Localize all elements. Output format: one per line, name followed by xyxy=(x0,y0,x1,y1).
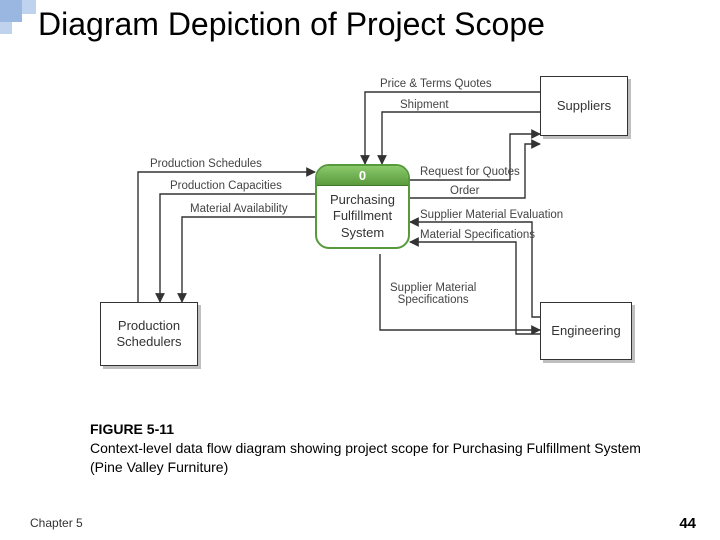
flow-material-specifications: Material Specifications xyxy=(420,229,535,241)
flow-request-for-quotes: Request for Quotes xyxy=(420,166,520,178)
flow-material-availability: Material Availability xyxy=(190,203,288,215)
page-number: 44 xyxy=(679,515,696,532)
entity-suppliers: Suppliers xyxy=(540,76,628,136)
figure-number: FIGURE 5-11 xyxy=(90,421,174,437)
flow-production-capacities: Production Capacities xyxy=(170,180,282,192)
flow-production-schedules: Production Schedules xyxy=(150,158,262,170)
slide-title: Diagram Depiction of Project Scope xyxy=(38,6,545,43)
process-purchasing-fulfillment: 0 Purchasing Fulfillment System xyxy=(315,164,410,249)
entity-label: Suppliers xyxy=(557,98,611,114)
process-number: 0 xyxy=(317,166,408,186)
entity-label: Engineering xyxy=(551,323,620,339)
entity-label: Production Schedulers xyxy=(116,318,181,349)
figure-caption-text: Context-level data flow diagram showing … xyxy=(90,440,641,475)
flow-order: Order xyxy=(450,185,479,197)
flow-supplier-material-evaluation: Supplier Material Evaluation xyxy=(420,209,563,221)
entity-production-schedulers: Production Schedulers xyxy=(100,302,198,366)
flow-supplier-material-specifications: Supplier Material Specifications xyxy=(390,282,476,306)
context-dfd-diagram: Suppliers Production Schedulers Engineer… xyxy=(80,72,640,402)
process-label: Purchasing Fulfillment System xyxy=(317,186,408,247)
figure-caption: FIGURE 5-11 Context-level data flow diag… xyxy=(90,420,650,477)
entity-engineering: Engineering xyxy=(540,302,632,360)
chapter-label: Chapter 5 xyxy=(30,516,83,530)
corner-decoration xyxy=(0,0,40,40)
flow-price-terms-quotes: Price & Terms Quotes xyxy=(380,78,492,90)
flow-shipment: Shipment xyxy=(400,99,449,111)
